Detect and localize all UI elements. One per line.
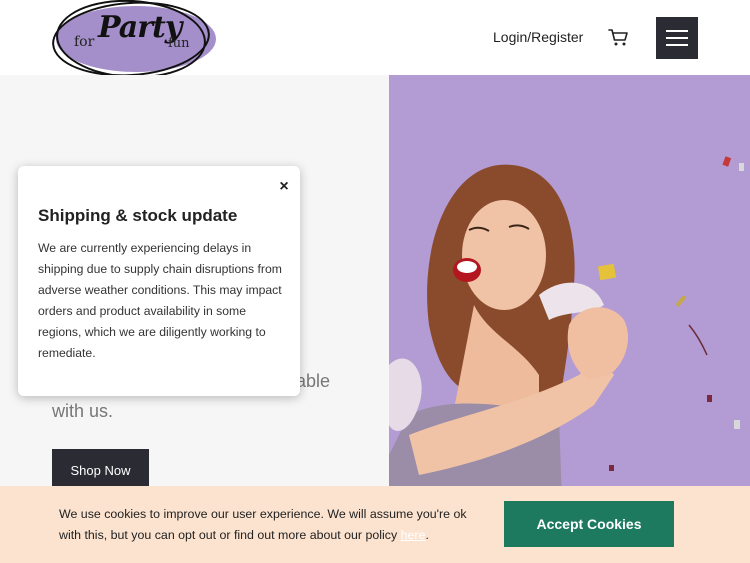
login-register-link[interactable]: Login/Register xyxy=(493,29,583,45)
site-logo[interactable]: for Party fun xyxy=(49,0,220,82)
logo-word-fun: fun xyxy=(168,36,190,51)
cookie-consent-bar: We use cookies to improve our user exper… xyxy=(0,486,750,563)
hamburger-menu-icon xyxy=(666,30,688,32)
popup-body: We are currently experiencing delays in … xyxy=(38,241,282,360)
hamburger-line xyxy=(666,44,688,46)
close-icon[interactable]: × xyxy=(276,178,292,196)
cookie-text-end: . xyxy=(425,528,429,542)
cookie-policy-link[interactable]: here xyxy=(401,528,426,542)
cookie-message: We use cookies to improve our user exper… xyxy=(59,504,479,546)
shipping-update-popup: × Shipping & stock update We are current… xyxy=(18,166,300,396)
site-header: for Party fun Login/Register xyxy=(0,0,750,82)
hero-text-line2: with us. xyxy=(52,401,114,421)
cart-icon[interactable] xyxy=(608,28,630,48)
popup-title: Shipping & stock update xyxy=(38,206,238,225)
hamburger-line xyxy=(666,37,688,39)
accept-cookies-button[interactable]: Accept Cookies xyxy=(504,501,674,547)
shop-now-button[interactable]: Shop Now xyxy=(52,449,149,491)
menu-button[interactable] xyxy=(656,17,698,59)
logo-word-for: for xyxy=(74,34,95,50)
